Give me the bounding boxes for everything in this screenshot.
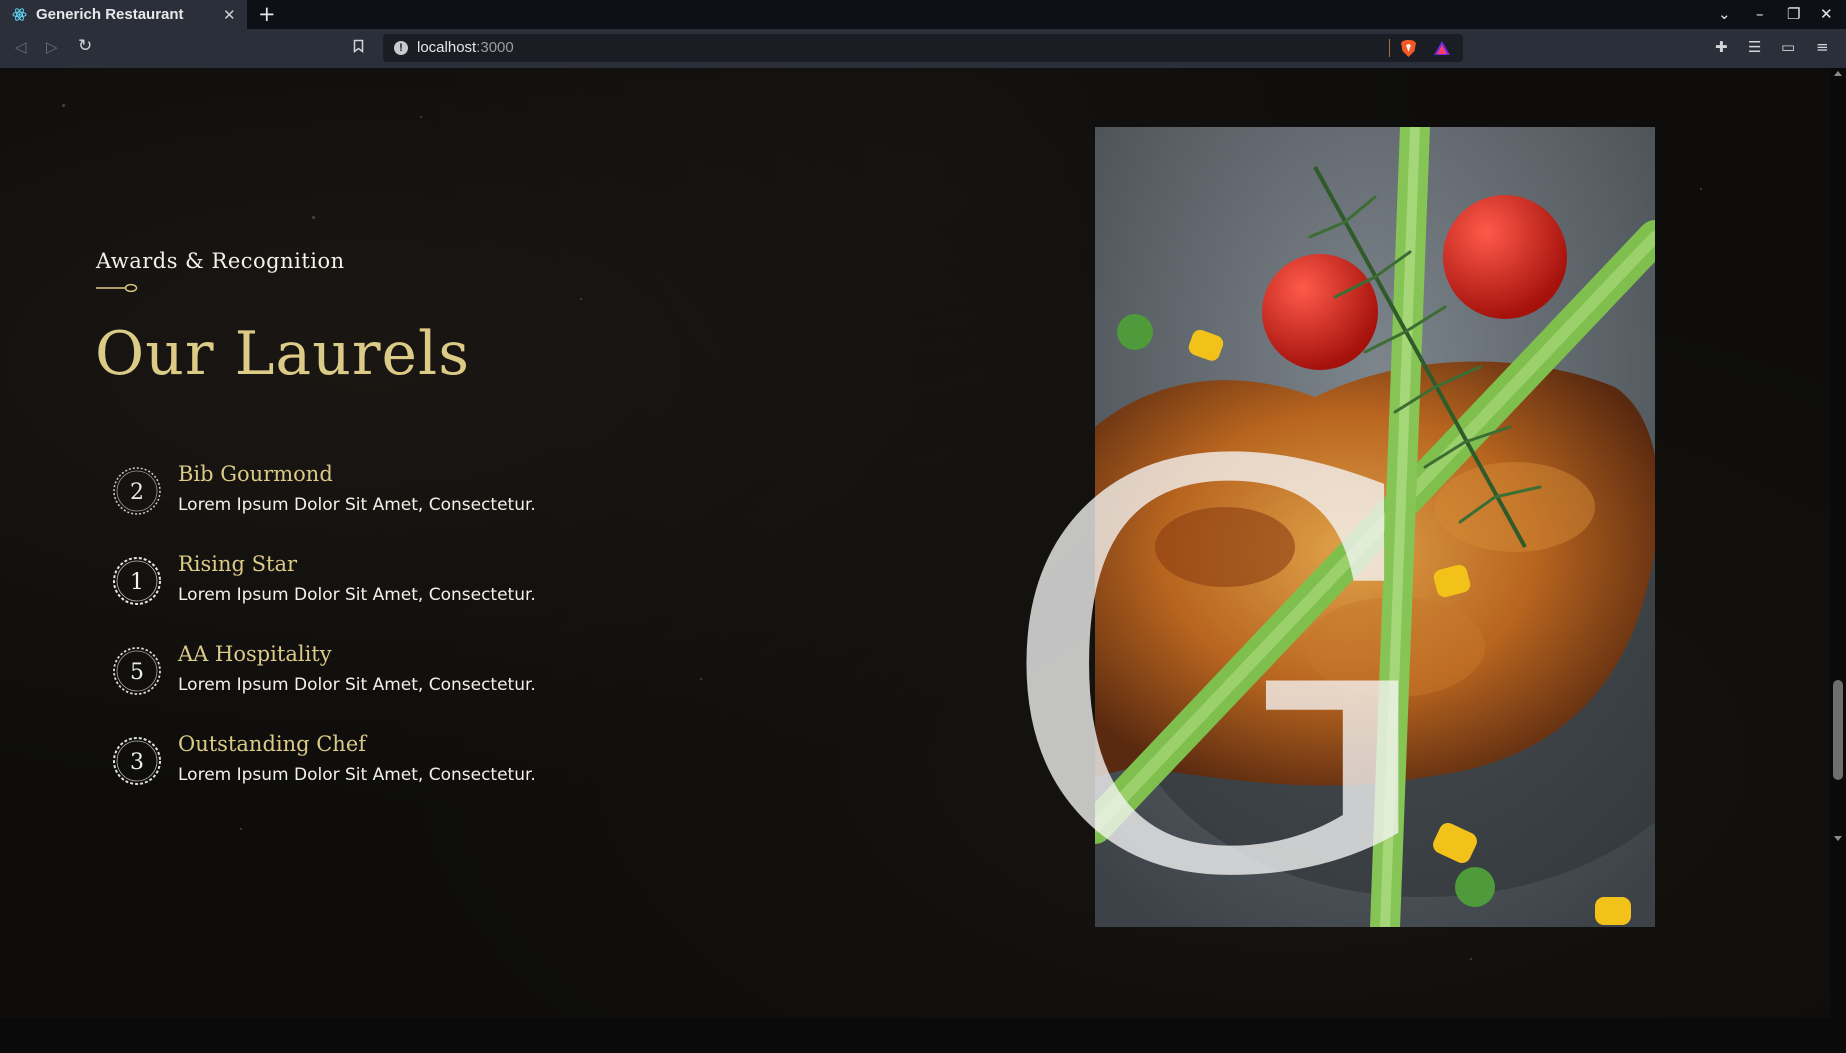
bookmark-icon[interactable]: [353, 39, 364, 53]
browser-tab[interactable]: Generich Restaurant ✕: [0, 0, 247, 29]
award-title: AA Hospitality: [178, 642, 332, 666]
back-icon[interactable]: ◁: [15, 38, 27, 56]
url-host: localhost: [417, 39, 477, 56]
award-number: 5: [130, 660, 144, 685]
reload-icon[interactable]: ↻: [78, 36, 92, 56]
award-title: Outstanding Chef: [178, 732, 367, 756]
menu-icon[interactable]: ≡: [1816, 38, 1834, 56]
texture-speck: [1470, 958, 1472, 960]
spoon-divider-icon: [96, 283, 138, 293]
laurel-badge-icon: 3: [113, 737, 161, 785]
brave-shields-icon[interactable]: [1400, 39, 1417, 58]
texture-speck: [240, 828, 242, 830]
tab-search-chevron-icon[interactable]: ⌄: [1718, 5, 1731, 23]
award-number: 3: [130, 750, 144, 775]
laurels-section: Awards & Recognition Our Laurels 2 Bib G…: [0, 68, 1846, 1053]
wallet-icon[interactable]: ▭: [1781, 38, 1799, 56]
new-tab-icon[interactable]: +: [258, 2, 276, 26]
react-icon: [12, 8, 27, 21]
texture-speck: [420, 116, 422, 118]
award-item: 2 Bib Gourmond Lorem Ipsum Dolor Sit Ame…: [111, 462, 631, 522]
award-item: 5 AA Hospitality Lorem Ipsum Dolor Sit A…: [111, 642, 631, 702]
award-description: Lorem Ipsum Dolor Sit Amet, Consectetur.: [178, 765, 536, 785]
award-number: 1: [130, 570, 144, 595]
close-window-icon[interactable]: ✕: [1820, 5, 1833, 23]
scroll-thumb[interactable]: [1833, 680, 1843, 780]
footer-strip: [0, 1018, 1846, 1053]
page-scrollbar[interactable]: [1830, 68, 1846, 1018]
scroll-down-icon[interactable]: [1834, 836, 1842, 841]
extensions-icon[interactable]: ✚: [1715, 38, 1733, 56]
award-item: 3 Outstanding Chef Lorem Ipsum Dolor Sit…: [111, 732, 631, 792]
address-bar[interactable]: ! localhost:3000: [383, 34, 1463, 62]
award-description: Lorem Ipsum Dolor Sit Amet, Consectetur.: [178, 675, 536, 695]
award-title: Bib Gourmond: [178, 462, 333, 486]
watermark-letter: G: [995, 348, 1443, 1000]
section-title: Our Laurels: [95, 319, 471, 389]
scroll-up-icon[interactable]: [1834, 71, 1842, 76]
browser-toolbar: ◁ ▷ ↻ ! localhost:3000 ✚ ☰ ▭ ≡: [0, 29, 1846, 68]
award-description: Lorem Ipsum Dolor Sit Amet, Consectetur.: [178, 585, 536, 605]
laurel-badge-icon: 5: [113, 647, 161, 695]
restore-icon[interactable]: ❐: [1787, 5, 1800, 23]
laurel-badge-icon: 2: [113, 467, 161, 515]
brave-rewards-icon[interactable]: [1433, 40, 1451, 56]
url-divider: [1389, 39, 1390, 57]
url-text: localhost:3000: [417, 39, 514, 56]
texture-speck: [312, 216, 315, 219]
browser-tab-bar: Generich Restaurant ✕ + ⌄ – ❐ ✕: [0, 0, 1846, 29]
laurel-badge-icon: 1: [113, 557, 161, 605]
minimize-icon[interactable]: –: [1756, 5, 1764, 23]
texture-speck: [1700, 188, 1702, 190]
playlist-icon[interactable]: ☰: [1748, 38, 1766, 56]
section-subtitle: Awards & Recognition: [96, 249, 345, 273]
award-title: Rising Star: [178, 552, 298, 576]
tab-title: Generich Restaurant: [36, 6, 184, 23]
site-info-icon[interactable]: !: [394, 41, 408, 55]
award-number: 2: [130, 480, 144, 505]
forward-icon[interactable]: ▷: [46, 38, 58, 56]
url-port: :3000: [476, 39, 514, 56]
texture-speck: [700, 678, 702, 680]
texture-speck: [62, 104, 65, 107]
texture-speck: [580, 298, 582, 300]
award-item: 1 Rising Star Lorem Ipsum Dolor Sit Amet…: [111, 552, 631, 612]
close-tab-icon[interactable]: ✕: [223, 6, 236, 24]
award-description: Lorem Ipsum Dolor Sit Amet, Consectetur.: [178, 495, 536, 515]
